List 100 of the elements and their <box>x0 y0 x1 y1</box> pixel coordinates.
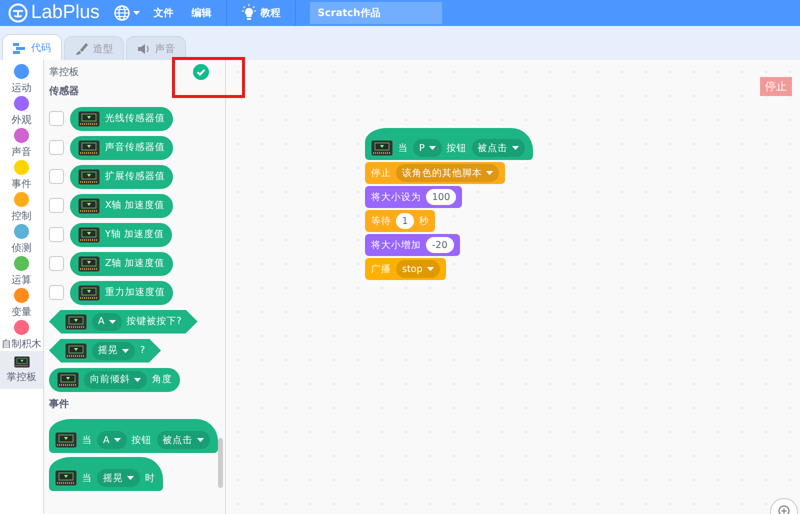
category-item[interactable]: 变量 <box>0 287 43 319</box>
block-label: 将大小设为 <box>371 190 421 204</box>
boolean-block[interactable]: 摇晃 ? <box>49 338 162 362</box>
checkbox[interactable] <box>49 227 64 242</box>
dropdown[interactable]: 摇晃 <box>97 469 140 487</box>
number-input[interactable]: -20 <box>426 237 454 253</box>
code-blocks-icon <box>13 40 27 54</box>
tutorials-button[interactable]: 教程 <box>226 4 295 22</box>
block-label: 等待 <box>371 214 391 228</box>
checkbox[interactable] <box>49 111 64 126</box>
dropdown[interactable]: 该角色的其他脚本 <box>396 164 499 182</box>
checkbox[interactable] <box>49 169 64 184</box>
section-title: 事件 <box>49 398 70 411</box>
hat-block[interactable]: 当 A 按钮 被点击 <box>49 419 218 453</box>
block-label: 停止 <box>371 166 391 180</box>
dropdown[interactable]: 被点击 <box>472 139 525 157</box>
reporter-block[interactable]: 声音传感器值 <box>70 136 173 160</box>
category-item[interactable]: 掌控板 <box>0 351 43 389</box>
reporter-block[interactable]: Y轴 加速度值 <box>70 222 172 246</box>
category-item[interactable]: 控制 <box>0 191 43 223</box>
block-label: 光线传感器值 <box>105 112 165 125</box>
dropdown[interactable]: 摇晃 <box>92 342 135 360</box>
block-label: 扩展传感器值 <box>105 170 165 183</box>
speaker-icon <box>137 42 151 56</box>
reporter-block[interactable]: X轴 加速度值 <box>70 194 173 218</box>
command-block[interactable]: 将大小设为 100 <box>365 186 462 208</box>
number-input[interactable]: 1 <box>396 213 414 229</box>
block-label: 广播 <box>371 262 391 276</box>
category-item[interactable]: 声音 <box>0 127 43 159</box>
caret-icon <box>127 476 134 480</box>
caret-icon <box>196 438 204 442</box>
category-item[interactable]: 侦测 <box>0 223 43 255</box>
tab[interactable]: 代码 <box>2 34 62 60</box>
block-label: 秒 <box>419 214 430 228</box>
dropdown[interactable]: A <box>97 431 126 449</box>
reporter-block[interactable]: Z轴 加速度值 <box>70 252 173 276</box>
block-label: 声音传感器值 <box>105 141 165 154</box>
category-item[interactable]: 外观 <box>0 95 43 127</box>
reporter-block[interactable]: 重力加速度值 <box>70 280 173 304</box>
block-label: 当 <box>82 472 92 484</box>
category-item[interactable]: 事件 <box>0 159 43 191</box>
stop-button[interactable]: 停止 <box>760 77 792 96</box>
category-item[interactable]: 运算 <box>0 255 43 287</box>
number-input[interactable]: 100 <box>426 189 456 205</box>
block-label: 时 <box>145 472 155 484</box>
brush-icon <box>75 42 89 56</box>
block-label: 当 <box>398 142 408 154</box>
logo-text: LabPlus <box>31 2 100 24</box>
caret-icon <box>132 10 140 16</box>
checkbox[interactable] <box>49 140 64 155</box>
tab[interactable]: 造型 <box>64 36 124 60</box>
command-block[interactable]: 广播 stop <box>365 258 446 280</box>
reporter-block[interactable]: 向前倾斜 角度 <box>49 368 180 392</box>
dropdown[interactable]: stop <box>396 260 440 278</box>
block-label: X轴 加速度值 <box>105 199 165 212</box>
menu-item[interactable]: 文件 <box>154 6 174 20</box>
block-label: Y轴 加速度值 <box>105 228 164 241</box>
block-label: 按钮 <box>132 434 152 446</box>
zoom-in-icon <box>778 505 790 514</box>
caret-icon <box>114 438 120 442</box>
tab[interactable]: 声音 <box>126 36 186 60</box>
caret-icon <box>134 378 141 382</box>
command-block[interactable]: 将大小增加 -20 <box>365 234 460 256</box>
command-block[interactable]: 等待 1 秒 <box>365 210 436 232</box>
block-label: 按键被按下? <box>126 315 182 328</box>
block-label: Z轴 加速度值 <box>105 257 165 270</box>
hat-block[interactable]: 当 P 按钮 被点击 <box>365 128 533 160</box>
dropdown[interactable]: 向前倾斜 <box>84 370 147 388</box>
boolean-block[interactable]: A 按键被按下? <box>49 310 198 334</box>
checkbox[interactable] <box>49 285 64 300</box>
board-icon <box>14 356 30 368</box>
caret-icon <box>512 146 519 150</box>
category-item[interactable]: 自制积木 <box>0 319 43 351</box>
dropdown[interactable]: 被点击 <box>156 431 210 449</box>
logo-icon <box>8 3 28 23</box>
caret-icon <box>486 171 493 175</box>
block-label: 当 <box>82 434 92 446</box>
caret-icon <box>108 320 116 324</box>
checkbox[interactable] <box>49 256 64 271</box>
scrollbar-thumb[interactable] <box>218 438 223 488</box>
reporter-block[interactable]: 光线传感器值 <box>70 106 173 130</box>
block-label: 将大小增加 <box>371 238 421 252</box>
dropdown[interactable]: P <box>413 139 442 157</box>
block-label: ? <box>140 345 146 356</box>
checkbox[interactable] <box>49 198 64 213</box>
command-block[interactable]: 停止 该角色的其他脚本 <box>365 162 505 184</box>
project-title-field[interactable]: Scratch作品 <box>310 2 442 24</box>
caret-icon <box>122 348 129 352</box>
lightbulb-icon <box>240 4 257 22</box>
dropdown[interactable]: A <box>92 312 122 330</box>
caret-icon <box>428 146 436 150</box>
block-label: 角度 <box>152 373 172 386</box>
section-title: 传感器 <box>49 84 80 98</box>
block-label: 重力加速度值 <box>105 286 165 299</box>
language-menu[interactable] <box>114 5 140 21</box>
reporter-block[interactable]: 扩展传感器值 <box>70 164 173 188</box>
menu-item[interactable]: 编辑 <box>192 6 212 20</box>
hat-block[interactable]: 当 摇晃 时 <box>49 457 163 491</box>
category-item[interactable]: 运动 <box>0 63 43 95</box>
extension-title: 掌控板 <box>49 66 79 79</box>
